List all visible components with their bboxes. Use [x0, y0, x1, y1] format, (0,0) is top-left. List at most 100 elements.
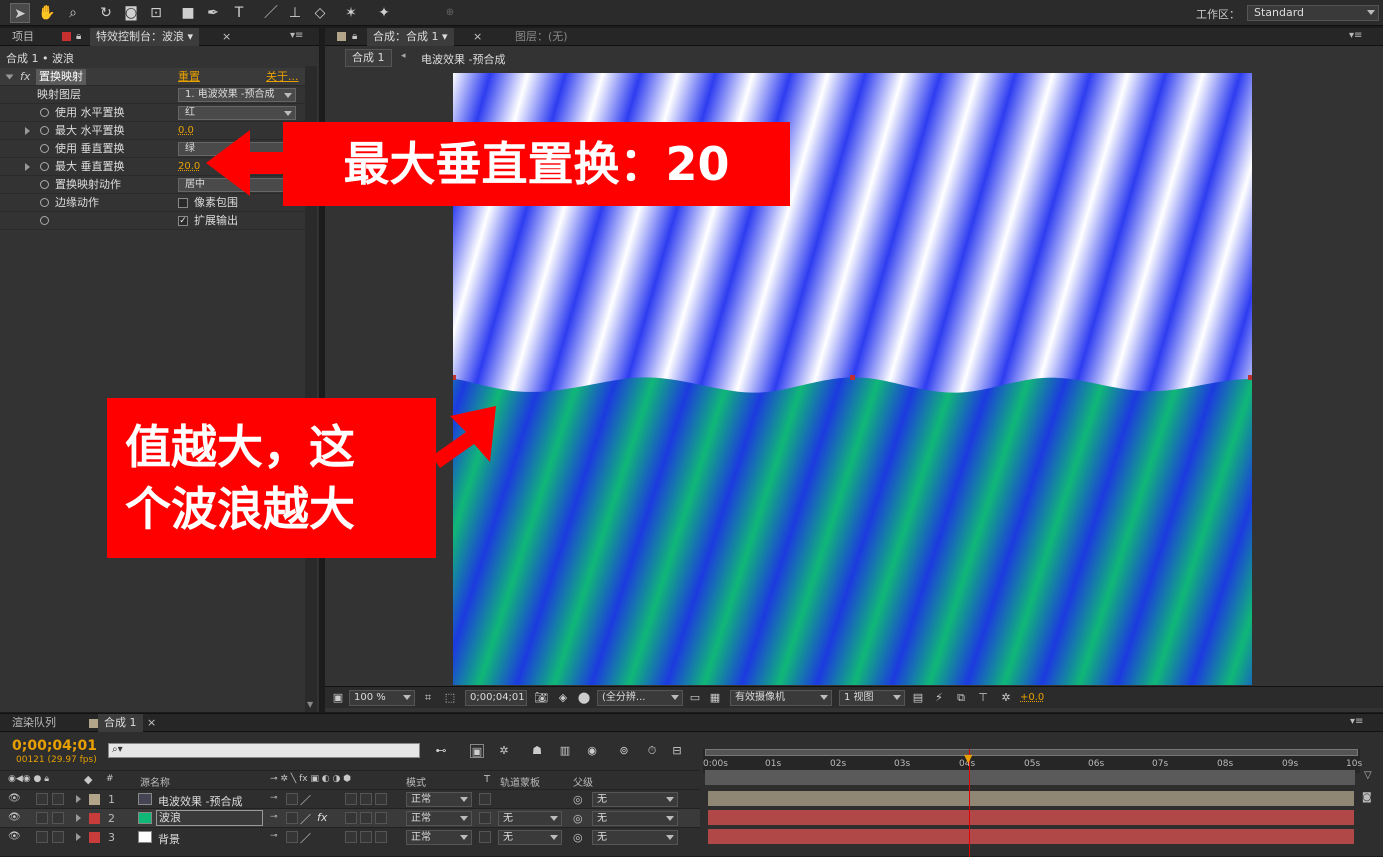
camera-select[interactable]: 有效摄像机	[730, 690, 832, 706]
expand-triangle-icon[interactable]	[5, 74, 14, 80]
layer-duration-bar[interactable]	[708, 791, 1354, 806]
frame-blending-icon[interactable]: ▥	[558, 744, 572, 758]
layer-name[interactable]: 背景	[158, 831, 180, 847]
work-area-bar[interactable]	[705, 770, 1355, 785]
effect-header-row[interactable]: fx 置换映射 重置 关于...	[0, 68, 305, 86]
source-name-header[interactable]: 源名称	[140, 774, 170, 789]
layer-name[interactable]: 电波效果 -预合成	[158, 793, 242, 809]
layer-duration-bar[interactable]	[708, 810, 1354, 825]
fx-toggle[interactable]: fx	[20, 68, 30, 86]
flowchart-icon[interactable]: ⊤	[976, 691, 990, 705]
expand-triangle-icon[interactable]	[25, 127, 30, 135]
playhead-icon[interactable]: ▼	[964, 752, 972, 765]
lock-switch[interactable]	[52, 793, 64, 805]
preserve-transparency-switch[interactable]	[479, 812, 491, 824]
label-color-chip[interactable]	[89, 813, 100, 824]
stopwatch-icon[interactable]	[40, 144, 49, 153]
collapse-switch[interactable]	[286, 812, 298, 824]
exposure-value[interactable]: +0.0	[1020, 692, 1044, 703]
preserve-transparency-switch[interactable]	[479, 831, 491, 843]
layer-handle[interactable]	[1248, 375, 1252, 380]
trkmat-select[interactable]: 无	[498, 811, 562, 826]
panel-menu-icon[interactable]: ▾≡	[290, 30, 303, 41]
channel-icon[interactable]: ⬤	[577, 691, 591, 705]
switch[interactable]	[360, 793, 372, 805]
shy-icon[interactable]: ⊸	[270, 812, 282, 824]
stopwatch-icon[interactable]	[40, 108, 49, 117]
pen-tool-icon[interactable]: ✒	[203, 3, 223, 23]
lock-icon[interactable]: 🔒︎	[76, 31, 81, 42]
close-icon[interactable]: ×	[473, 30, 482, 43]
timeline-timecode[interactable]: 0;00;04;01	[12, 738, 97, 754]
solo-switch[interactable]	[36, 793, 48, 805]
solo-switch[interactable]	[36, 812, 48, 824]
eye-icon[interactable]: 👁︎	[8, 793, 21, 804]
draft-3d-icon[interactable]: ✲	[497, 744, 511, 758]
effect-name[interactable]: 置换映射	[36, 69, 86, 85]
current-time-indicator[interactable]	[969, 749, 970, 857]
table-row[interactable]: 👁︎ 3 背景 ⊸ ／ 正常 无 ◎ 无	[0, 827, 700, 846]
eye-icon[interactable]: 👁︎	[8, 831, 21, 842]
tab-layer[interactable]: 图层：(无)	[509, 28, 574, 46]
mask-visibility-icon[interactable]: ⬚	[443, 691, 457, 705]
lock-switch[interactable]	[52, 831, 64, 843]
close-icon[interactable]: ×	[222, 30, 231, 43]
graph-editor-icon[interactable]: ⊚	[617, 744, 631, 758]
hand-tool-icon[interactable]: ✋	[37, 3, 57, 23]
trkmat-select[interactable]: 无	[498, 830, 562, 845]
panel-menu-icon[interactable]: ▾≡	[1350, 716, 1363, 727]
mode-select[interactable]: 正常	[406, 811, 472, 826]
puppet-tool-icon[interactable]: ✦	[374, 3, 394, 23]
tab-render-queue[interactable]: 渲染队列	[6, 714, 62, 732]
camera-tool-icon[interactable]: ◙	[121, 3, 141, 23]
tab-timeline-comp[interactable]: 合成 1	[98, 714, 143, 732]
shy-icon[interactable]: ⊸	[270, 831, 282, 843]
transparency-grid-icon[interactable]: ▦	[708, 691, 722, 705]
expand-output-checkbox[interactable]: ✓	[178, 216, 188, 226]
label-color-chip[interactable]	[89, 832, 100, 843]
mode-select[interactable]: 正常	[406, 792, 472, 807]
label-color-chip[interactable]	[89, 794, 100, 805]
switch[interactable]	[375, 793, 387, 805]
collapse-switch[interactable]	[286, 793, 298, 805]
zoom-tool-icon[interactable]: ⌕	[63, 3, 83, 23]
clone-stamp-tool-icon[interactable]: ⊥	[285, 3, 305, 23]
timeline-icon[interactable]: ⧉	[954, 691, 968, 705]
layer-duration-bar[interactable]	[708, 829, 1354, 844]
table-row[interactable]: 👁︎ 2 波浪 ⊸ ／ fx 正常 无 ◎ 无	[0, 808, 700, 827]
panel-menu-icon[interactable]: ▾≡	[1349, 30, 1362, 41]
max-vertical-value[interactable]: 20.0	[178, 158, 200, 176]
switch[interactable]	[345, 812, 357, 824]
camera-icon[interactable]: ◙	[1362, 792, 1372, 803]
resolution-select[interactable]: (全分辨...	[597, 690, 683, 706]
eye-icon[interactable]: 👁︎	[8, 812, 21, 823]
switch[interactable]	[345, 793, 357, 805]
lock-icon[interactable]: 🔒︎	[352, 31, 357, 42]
stopwatch-icon[interactable]	[40, 180, 49, 189]
parent-select[interactable]: 无	[592, 830, 678, 845]
stopwatch-icon[interactable]	[40, 162, 49, 171]
eraser-tool-icon[interactable]: ◇	[310, 3, 330, 23]
parent-select[interactable]: 无	[592, 792, 678, 807]
expand-triangle-icon[interactable]	[76, 814, 81, 822]
hide-shy-icon[interactable]: ☗	[530, 744, 544, 758]
stopwatch-icon[interactable]	[40, 198, 49, 207]
quality-icon[interactable]: ／	[300, 811, 311, 827]
parent-select[interactable]: 无	[592, 811, 678, 826]
preserve-transparency-switch[interactable]	[479, 793, 491, 805]
layer-handle[interactable]	[850, 375, 855, 380]
brush-tool-icon[interactable]: ／	[261, 3, 281, 23]
roto-brush-tool-icon[interactable]: ✶	[341, 3, 361, 23]
quality-icon[interactable]: ／	[300, 830, 311, 846]
expand-triangle-icon[interactable]	[25, 163, 30, 171]
show-snapshot-icon[interactable]: ◈	[556, 691, 570, 705]
fast-previews-icon[interactable]: ⚡	[932, 691, 946, 705]
layer-handle[interactable]	[453, 375, 456, 380]
pickwhip-icon[interactable]: ◎	[573, 812, 583, 825]
switch[interactable]	[375, 812, 387, 824]
time-navigator[interactable]	[705, 749, 1358, 756]
snapshot-icon[interactable]: 📷︎	[534, 691, 548, 705]
rectangle-tool-icon[interactable]: ■	[178, 3, 198, 23]
always-preview-icon[interactable]: ▣	[331, 691, 345, 705]
solo-switch[interactable]	[36, 831, 48, 843]
